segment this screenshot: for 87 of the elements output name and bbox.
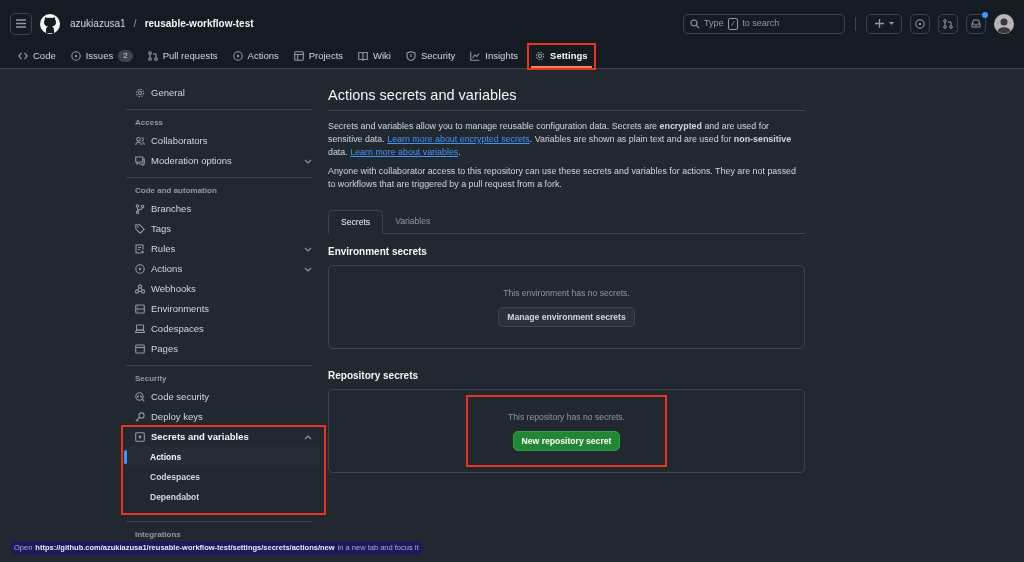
- play-circle-icon: [232, 51, 243, 61]
- manage-secrets-button[interactable]: Manage environment secrets: [498, 307, 635, 328]
- page-title: Actions secrets and variables: [328, 86, 805, 111]
- sidebar-item[interactable]: Webhooks: [126, 279, 320, 299]
- repo-tab[interactable]: Insights: [466, 46, 523, 68]
- path-separator: /: [133, 16, 137, 32]
- sidebar-item[interactable]: Deploy keys: [126, 407, 320, 427]
- shortcut-key: /: [727, 17, 739, 30]
- inbox-button[interactable]: [966, 13, 986, 34]
- pull-requests-button[interactable]: [938, 13, 958, 34]
- sidebar-heading: Code and automation: [134, 185, 218, 197]
- plus-icon: [874, 19, 884, 29]
- laptop-icon: [135, 324, 145, 334]
- menu-button[interactable]: [10, 12, 32, 35]
- octocat-logo-icon[interactable]: [40, 13, 60, 34]
- sidebar-heading: Access: [134, 117, 165, 129]
- issues-button[interactable]: [910, 13, 930, 34]
- line-graph-icon: [470, 51, 481, 61]
- caret-icon: [888, 22, 894, 26]
- lock-box-icon: [135, 432, 145, 442]
- help-link[interactable]: Learn more about encrypted secrets: [387, 134, 530, 144]
- section-heading: Repository secrets: [328, 369, 420, 383]
- gear-icon: [535, 51, 546, 61]
- repo-tab[interactable]: Actions: [228, 46, 283, 68]
- sidebar-item[interactable]: Actions: [126, 259, 320, 279]
- sidebar-heading: Security: [134, 373, 168, 385]
- repo-tab[interactable]: Projects: [289, 46, 348, 68]
- repository-link[interactable]: reusable-workflow-test: [144, 16, 254, 32]
- sidebar-item[interactable]: Environments: [126, 299, 320, 319]
- code-brackets-icon: [18, 51, 28, 61]
- sidebar-subitem[interactable]: Dependabot: [126, 490, 200, 504]
- new-secret-button[interactable]: New repository secret: [512, 431, 621, 452]
- sidebar-item[interactable]: Moderation options: [126, 151, 320, 171]
- repo-tab[interactable]: Pull requests: [143, 46, 222, 68]
- empty-state-text: This repository has no secrets.: [508, 410, 625, 424]
- issue-circle-icon: [70, 51, 81, 61]
- sidebar-heading: Integrations: [134, 529, 182, 541]
- empty-state-text: This environment has no secrets.: [503, 286, 630, 300]
- content-tab[interactable]: Variables: [383, 210, 443, 233]
- server-icon: [135, 304, 145, 314]
- play-circle-icon: [135, 264, 145, 274]
- search-placeholder: to search: [742, 17, 780, 30]
- search-placeholder: Type: [704, 17, 724, 30]
- code-scan-icon: [135, 392, 145, 402]
- sidebar-subitem[interactable]: Codespaces: [126, 470, 201, 484]
- shield-icon: [406, 51, 416, 61]
- table-icon: [293, 51, 304, 61]
- create-new-button[interactable]: [866, 13, 902, 34]
- browser-icon: [135, 344, 145, 354]
- search-field[interactable]: Type / to search: [683, 13, 845, 34]
- content-tab[interactable]: Secrets: [328, 210, 384, 234]
- section-heading: Environment secrets: [328, 245, 428, 259]
- sidebar-item[interactable]: Secrets and variables: [126, 427, 320, 447]
- search-icon: [690, 18, 700, 29]
- webhook-icon: [135, 284, 145, 294]
- ruleset-icon: [135, 244, 145, 254]
- sidebar-item[interactable]: Code security: [126, 387, 320, 407]
- pull-request-icon: [943, 18, 953, 29]
- avatar[interactable]: [994, 13, 1014, 34]
- menu-icon: [16, 19, 26, 29]
- comment-icon: [135, 156, 145, 166]
- selection-indicator: [124, 450, 127, 464]
- book-icon: [358, 51, 369, 61]
- count-badge: 2: [118, 50, 133, 62]
- gear-icon: [135, 88, 145, 98]
- issue-circle-icon: [915, 18, 925, 29]
- description-text: Secrets and variables allow you to manage reusable configuration data. Secrets are encrypted and are used for sensitive data. Learn more about encrypted secrets. Variables are shown as plain text and are used for non-sensitive data. Learn more about variables.: [328, 120, 793, 159]
- branch-icon: [135, 204, 145, 214]
- sidebar-item[interactable]: Pages: [126, 339, 320, 359]
- sidebar-item[interactable]: Tags: [126, 219, 320, 239]
- sidebar-item[interactable]: Collaborators: [126, 131, 320, 151]
- pull-request-icon: [147, 51, 158, 61]
- sidebar-item[interactable]: Codespaces: [126, 319, 320, 339]
- sidebar-item[interactable]: Rules: [126, 239, 320, 259]
- sidebar-item[interactable]: General: [126, 83, 320, 103]
- repo-tab[interactable]: Settings: [531, 46, 592, 68]
- repo-tab[interactable]: Issues 2: [66, 46, 137, 68]
- sidebar-item[interactable]: Branches: [126, 199, 320, 219]
- repo-tab[interactable]: Security: [402, 46, 460, 68]
- description-text: Anyone with collaborator access to this repository can use these secrets and variables for actions. They are not passed to workflows that are triggered by a pull request from a fork.: [328, 165, 797, 191]
- owner-link[interactable]: azukiazusa1: [70, 16, 126, 32]
- repo-tab[interactable]: Wiki: [354, 46, 395, 68]
- tag-icon: [135, 224, 145, 234]
- inbox-icon: [971, 19, 981, 29]
- repo-tab[interactable]: Code: [14, 46, 60, 68]
- key-icon: [135, 412, 145, 422]
- people-icon: [135, 136, 145, 146]
